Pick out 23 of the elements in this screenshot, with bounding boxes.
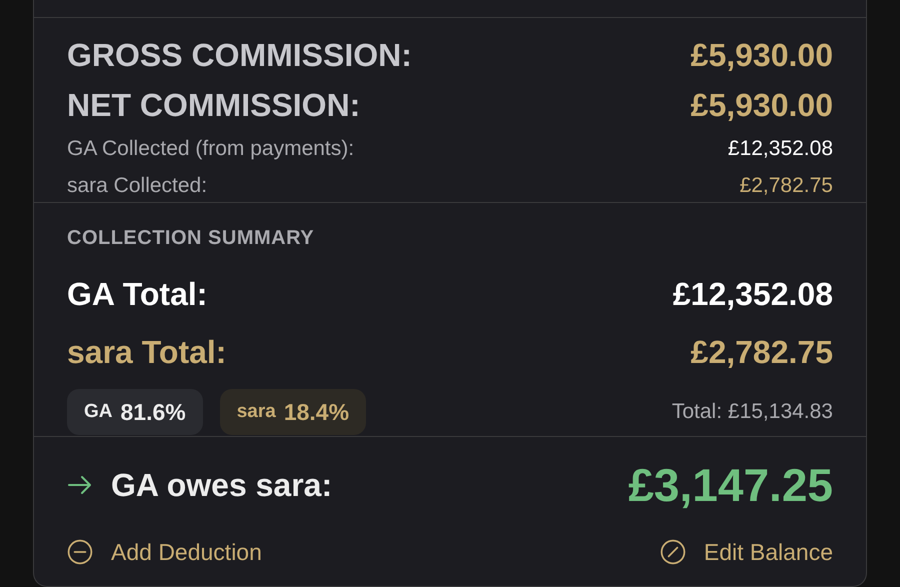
- balance-label: GA owes sara:: [111, 466, 332, 505]
- total-value: £12,352.08: [672, 275, 833, 314]
- grand-total: Total: £15,134.83: [672, 399, 833, 426]
- deduction-button[interactable]: Add Deduction: [67, 535, 262, 570]
- total-label: GA Total:: [67, 275, 208, 314]
- row-label: GA Collected (from payments):: [67, 136, 354, 162]
- row-label: NET COMMISSION:: [67, 86, 360, 125]
- row-value: £5,930.00: [690, 36, 833, 75]
- row-value: £2,782.75: [740, 172, 833, 199]
- pencil-circle-icon: [660, 539, 686, 566]
- arrow-right-icon: [67, 475, 93, 495]
- minus-circle-icon: [67, 539, 93, 566]
- total-value: £2,782.75: [690, 333, 833, 372]
- section-heading: COLLECTION SUMMARY: [67, 226, 316, 251]
- row-value: £5,930.00: [690, 86, 833, 125]
- row-value: £12,352.08: [728, 136, 833, 162]
- row-label: GROSS COMMISSION:: [67, 36, 412, 75]
- balance-amount: £3,147.25: [628, 458, 833, 512]
- share-badge: GA 81.6%: [67, 389, 203, 435]
- total-label: sara Total:: [67, 333, 226, 372]
- edit-button[interactable]: Edit Balance: [660, 535, 833, 570]
- row-label: sara Collected:: [67, 172, 208, 199]
- share-badge: sara 18.4%: [220, 389, 366, 435]
